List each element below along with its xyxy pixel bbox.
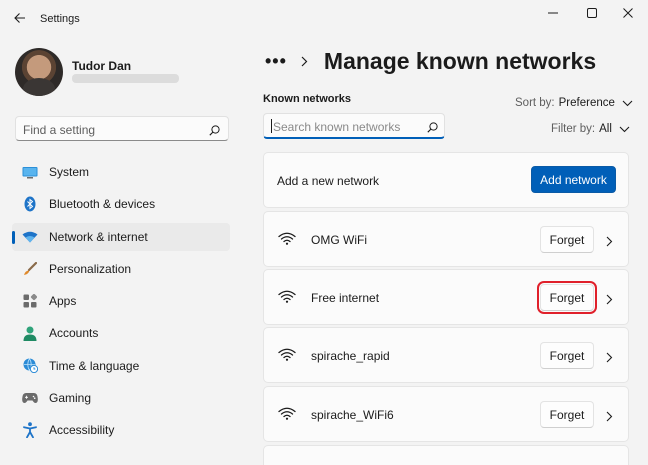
network-name: Free internet bbox=[311, 291, 380, 305]
sidebar-item-accounts[interactable]: Accounts bbox=[12, 319, 230, 347]
filter-by-value: All bbox=[599, 123, 612, 135]
known-networks-heading: Known networks bbox=[263, 93, 352, 105]
search-icon bbox=[209, 123, 220, 141]
sidebar-item-network[interactable]: Network & internet bbox=[12, 222, 230, 251]
user-email-redacted bbox=[72, 74, 179, 83]
chevron-right-icon[interactable] bbox=[606, 350, 613, 368]
filter-by-dropdown[interactable]: Filter by: All bbox=[551, 123, 630, 135]
minimize-icon bbox=[548, 12, 558, 14]
close-button[interactable] bbox=[613, 4, 643, 22]
wifi-icon bbox=[278, 407, 296, 425]
text-caret bbox=[271, 119, 272, 133]
sidebar-item-apps[interactable]: Apps bbox=[12, 287, 230, 315]
chevron-right-icon[interactable] bbox=[606, 409, 613, 427]
settings-window: Settings Tudor Dan Find a setting System bbox=[0, 0, 648, 465]
wifi-icon bbox=[278, 290, 296, 308]
sidebar-item-personalization[interactable]: Personalization bbox=[12, 255, 230, 283]
chevron-right-icon bbox=[301, 56, 308, 67]
find-setting-input[interactable]: Find a setting bbox=[15, 116, 229, 141]
bluetooth-icon bbox=[22, 196, 38, 212]
sidebar-item-label: Personalization bbox=[49, 261, 132, 276]
sidebar-item-label: Apps bbox=[49, 294, 77, 309]
close-icon bbox=[623, 8, 633, 18]
search-known-networks-input[interactable]: Search known networks bbox=[263, 113, 445, 139]
sidebar-item-gaming[interactable]: Gaming bbox=[12, 384, 230, 412]
breadcrumb-overflow-button[interactable]: ••• bbox=[265, 51, 287, 72]
gamepad-icon bbox=[22, 390, 38, 406]
monitor-icon bbox=[22, 164, 38, 180]
sidebar-item-label: Accessibility bbox=[49, 423, 115, 438]
person-icon bbox=[22, 325, 38, 341]
maximize-icon bbox=[587, 8, 597, 18]
forget-button[interactable]: Forget bbox=[540, 226, 594, 253]
sidebar-item-label: Accounts bbox=[49, 326, 99, 341]
filter-by-label: Filter by: bbox=[551, 123, 596, 135]
add-network-label: Add a new network bbox=[277, 174, 380, 188]
forget-button[interactable]: Forget bbox=[540, 401, 594, 428]
network-row[interactable]: Free internet Forget bbox=[263, 269, 629, 325]
search-icon bbox=[427, 120, 438, 138]
accessibility-icon bbox=[22, 422, 38, 439]
sidebar-item-accessibility[interactable]: Accessibility bbox=[12, 416, 230, 444]
wifi-icon bbox=[278, 348, 296, 366]
sort-by-value: Preference bbox=[558, 97, 615, 109]
sidebar-item-label: Time & language bbox=[49, 358, 140, 373]
network-row[interactable]: spirache_WiFi6 Forget bbox=[263, 386, 629, 442]
page-title: Manage known networks bbox=[323, 47, 597, 74]
sidebar-item-system[interactable]: System bbox=[12, 158, 230, 186]
sidebar-item-bluetooth[interactable]: Bluetooth & devices bbox=[12, 190, 230, 218]
chevron-down-icon bbox=[622, 100, 633, 106]
network-row[interactable]: spirache_rapid Forget bbox=[263, 327, 629, 383]
wifi-icon bbox=[278, 232, 296, 250]
sort-by-label: Sort by: bbox=[515, 97, 555, 109]
user-avatar[interactable] bbox=[15, 48, 63, 96]
chevron-right-icon[interactable] bbox=[606, 234, 613, 252]
user-name: Tudor Dan bbox=[72, 59, 132, 73]
sidebar-item-label: Gaming bbox=[49, 391, 92, 406]
network-name: OMG WiFi bbox=[311, 233, 367, 247]
wifi-diamond-icon bbox=[22, 229, 38, 245]
chevron-down-icon bbox=[619, 126, 630, 132]
add-network-row: Add a new network Add network bbox=[263, 152, 629, 208]
chevron-right-icon[interactable] bbox=[606, 292, 613, 310]
search-known-networks-placeholder: Search known networks bbox=[273, 120, 401, 134]
network-name: spirache_WiFi6 bbox=[311, 408, 394, 422]
sidebar-item-label: System bbox=[49, 165, 90, 179]
back-button[interactable] bbox=[8, 6, 32, 30]
sidebar-nav: System Bluetooth & devices Network & int… bbox=[12, 158, 230, 449]
sidebar-item-time-language[interactable]: Time & language bbox=[12, 352, 230, 380]
breadcrumb: ••• Manage known networks bbox=[265, 46, 596, 76]
sidebar-item-label: Network & internet bbox=[49, 229, 148, 244]
app-title: Settings bbox=[40, 13, 80, 25]
network-row-partial[interactable] bbox=[263, 445, 629, 465]
add-network-button[interactable]: Add network bbox=[531, 166, 616, 193]
network-row[interactable]: OMG WiFi Forget bbox=[263, 211, 629, 267]
sort-by-dropdown[interactable]: Sort by: Preference bbox=[515, 97, 633, 109]
globe-clock-icon bbox=[22, 358, 38, 374]
maximize-button[interactable] bbox=[577, 4, 607, 22]
forget-button[interactable]: Forget bbox=[540, 342, 594, 369]
back-arrow-icon bbox=[14, 13, 25, 23]
sidebar-item-label: Bluetooth & devices bbox=[49, 197, 156, 212]
apps-icon bbox=[22, 293, 38, 309]
minimize-button[interactable] bbox=[538, 4, 568, 22]
network-name: spirache_rapid bbox=[311, 349, 390, 363]
find-setting-placeholder: Find a setting bbox=[23, 123, 96, 137]
title-bar: Settings bbox=[0, 0, 648, 38]
forget-button[interactable]: Forget bbox=[537, 281, 597, 314]
brush-icon bbox=[22, 261, 38, 277]
